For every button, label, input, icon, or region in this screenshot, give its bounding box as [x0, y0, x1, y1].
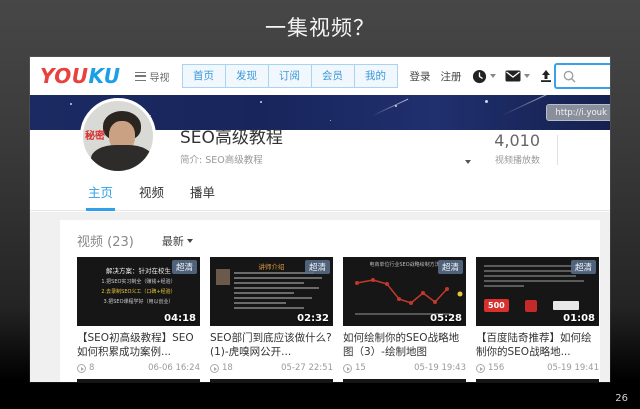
- video-grid-row1: 解决方案：针对在校生 1.把SEO实习制全（赚钱+经验） 2.去录制SEO义工（…: [60, 257, 600, 373]
- thumb-logos: 500: [484, 299, 579, 312]
- play-count-label: 视频播放数: [494, 156, 540, 166]
- red-square-logo: [524, 299, 537, 312]
- chevron-down-icon: [186, 238, 193, 243]
- videos-section-title: 视频 (23): [77, 235, 134, 250]
- logo-500: 500: [484, 299, 509, 312]
- slide-page-number: 26: [615, 393, 628, 404]
- video-card: 讲师介绍 超清 02:32 SEO部门到底应该做什么?(1)-虎嗅网公开... …: [210, 257, 333, 373]
- logo-you: YOU: [40, 64, 89, 88]
- login-link[interactable]: 登录: [410, 69, 431, 84]
- nav-item-vip[interactable]: 会员: [310, 64, 355, 88]
- auth-links: 登录 注册: [410, 69, 472, 84]
- tab-playlists[interactable]: 播单: [190, 178, 215, 211]
- video-thumbnail[interactable]: 超清: [77, 379, 200, 382]
- search-input[interactable]: [554, 63, 610, 89]
- youku-logo[interactable]: YOUKU: [40, 64, 121, 88]
- video-play-count: 156: [476, 363, 504, 373]
- thumb-text-line: 2.去录制SEO义工（口碑+经验）: [101, 289, 176, 295]
- avatar-body: [91, 145, 153, 171]
- hd-badge: 超清: [437, 260, 463, 274]
- nav-item-home[interactable]: 首页: [181, 64, 226, 88]
- thumb-photo: [216, 269, 230, 285]
- chevron-down-icon: [523, 74, 530, 78]
- sort-dropdown[interactable]: 最新: [162, 233, 193, 249]
- tab-home[interactable]: 主页: [85, 178, 116, 211]
- hamburger-icon: [134, 71, 146, 81]
- channel-intro: 简介: SEO高级教程: [180, 155, 263, 166]
- nav-item-mine[interactable]: 我的: [353, 64, 398, 88]
- play-count-value: 4,010: [494, 131, 540, 150]
- white-pill-logo: [552, 301, 579, 310]
- slide: 一集视频？ YOUKU 导视 首页 发现 订阅 会员 我的 登录 注册 http…: [0, 0, 640, 409]
- nav-item-discover[interactable]: 发现: [224, 64, 269, 88]
- slide-title: 一集视频？: [265, 16, 375, 40]
- thumb-text-line: 1.把SEO实习制全（赚钱+经验）: [101, 279, 176, 285]
- history-menu[interactable]: [472, 69, 496, 84]
- logo-ku: KU: [88, 64, 121, 88]
- video-date: 05-27 22:51: [281, 363, 333, 373]
- video-date: 06-06 16:24: [148, 363, 200, 373]
- channel-content: 视频 (23) 最新 解决方案：针对在校生 1.把SEO实习制全（赚钱+经验） …: [30, 212, 610, 382]
- play-icon: [343, 363, 352, 373]
- video-play-count: 8: [77, 363, 94, 373]
- video-duration: 05:28: [430, 313, 462, 324]
- video-card: 解决方案：针对在校生 1.把SEO实习制全（赚钱+经验） 2.去录制SEO义工（…: [77, 257, 200, 373]
- video-card: 500 超清 01:08 【百度陆奇推荐】如何绘制你的SEO战略地... 156…: [476, 257, 599, 373]
- nav-pills: 首页 发现 订阅 会员 我的: [181, 64, 398, 88]
- video-title[interactable]: 【百度陆奇推荐】如何绘制你的SEO战略地...: [476, 331, 599, 360]
- video-date: 05-19 19:41: [547, 363, 599, 373]
- video-duration: 02:32: [297, 313, 329, 324]
- thumb-text-line: 3.把SEO课程学好（用以创业）: [103, 299, 174, 305]
- video-card: 电商单位行业SEO战略绘制方法 超清 05:28 如何绘制你的SEO战略地图（3…: [343, 257, 466, 373]
- thumb-line-chart: [355, 278, 463, 315]
- channel-stats: 4,010 视频播放数: [450, 131, 540, 166]
- search-icon: [563, 70, 576, 83]
- video-thumbnail[interactable]: 超清: [343, 379, 466, 382]
- youku-page-screenshot: YOUKU 导视 首页 发现 订阅 会员 我的 登录 注册 http://i.y…: [30, 57, 610, 382]
- video-play-count: 15: [343, 363, 366, 373]
- video-thumbnail[interactable]: 超清: [476, 379, 599, 382]
- video-duration: 04:18: [164, 313, 196, 324]
- video-title[interactable]: 【SEO初高级教程】SEO如何积累成功案例...: [77, 331, 200, 360]
- video-grid-row2: 超清 超清 超清 超清: [60, 379, 600, 382]
- channel-tabs: 主页 视频 播单: [30, 178, 610, 211]
- tab-videos[interactable]: 视频: [139, 178, 164, 211]
- chevron-down-icon: [489, 74, 496, 78]
- videos-panel: 视频 (23) 最新 解决方案：针对在校生 1.把SEO实习制全（赚钱+经验） …: [60, 220, 600, 382]
- channel-name: SEO高级教程: [180, 128, 283, 148]
- top-navbar: YOUKU 导视 首页 发现 订阅 会员 我的 登录 注册: [30, 57, 610, 95]
- history-icon: [472, 69, 486, 83]
- register-link[interactable]: 注册: [441, 69, 462, 84]
- channel-url-badge[interactable]: http://i.youk: [546, 104, 610, 121]
- stats-divider: [557, 135, 558, 165]
- video-play-count: 18: [210, 363, 233, 373]
- video-thumbnail[interactable]: 超清: [210, 379, 333, 382]
- nav-menu-toggle[interactable]: 导视: [134, 69, 170, 84]
- menu-label: 导视: [149, 72, 170, 84]
- video-thumbnail[interactable]: 500 超清 01:08: [476, 257, 599, 326]
- video-duration: 01:08: [563, 313, 595, 324]
- video-date: 05-19 19:43: [414, 363, 466, 373]
- play-icon: [77, 363, 86, 373]
- video-thumbnail[interactable]: 解决方案：针对在校生 1.把SEO实习制全（赚钱+经验） 2.去录制SEO义工（…: [77, 257, 200, 326]
- mail-icon: [505, 70, 521, 82]
- hd-badge: 超清: [570, 260, 596, 274]
- messages-menu[interactable]: [505, 70, 530, 82]
- nav-item-subscriptions[interactable]: 订阅: [267, 64, 312, 88]
- video-thumbnail[interactable]: 电商单位行业SEO战略绘制方法 超清 05:28: [343, 257, 466, 326]
- video-title[interactable]: 如何绘制你的SEO战略地图（3）-绘制地图: [343, 331, 466, 360]
- hd-badge: 超清: [304, 260, 330, 274]
- play-icon: [476, 363, 485, 373]
- sort-label: 最新: [161, 234, 184, 248]
- channel-avatar[interactable]: 秘密: [80, 98, 156, 174]
- video-thumbnail[interactable]: 讲师介绍 超清 02:32: [210, 257, 333, 326]
- video-title[interactable]: SEO部门到底应该做什么?(1)-虎嗅网公开...: [210, 331, 333, 360]
- hd-badge: 超清: [171, 260, 197, 274]
- play-icon: [210, 363, 219, 373]
- avatar-overlay-text: 秘密: [85, 131, 105, 142]
- upload-icon: [540, 70, 551, 82]
